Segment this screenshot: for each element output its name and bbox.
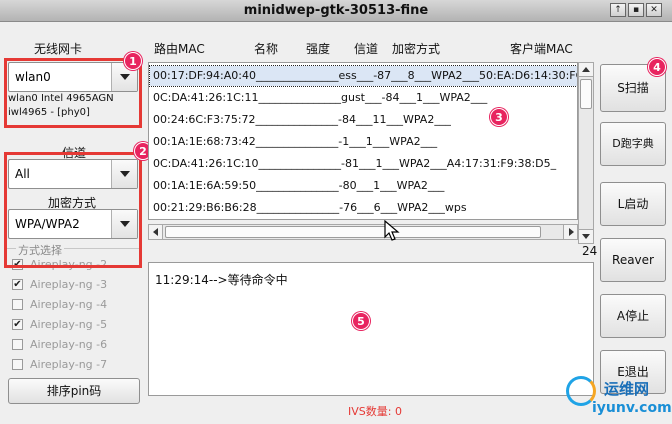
log-output[interactable]: 11:29:14-->等待命令中 <box>148 262 594 396</box>
scroll-down-button[interactable] <box>579 229 593 243</box>
aireplay-label: Aireplay-ng -4 <box>30 297 108 311</box>
list-item[interactable]: 00:1A:1E:68:73:42_______________-1___1__… <box>153 132 437 152</box>
header-name: 名称 <box>254 42 279 56</box>
scroll-left-button[interactable] <box>149 225 163 239</box>
checkbox[interactable] <box>12 338 23 350</box>
stop-button[interactable]: A停止 <box>600 294 666 338</box>
scroll-thumb[interactable] <box>165 226 541 238</box>
annotation-badge-5: 5 <box>352 312 370 330</box>
aireplay-option-4[interactable]: Aireplay-ng -4 <box>12 296 107 312</box>
watermark-en: iyunv.com <box>592 400 672 416</box>
scroll-thumb[interactable] <box>580 79 592 109</box>
window-title: minidwep-gtk-30513-fine <box>243 3 429 18</box>
arrow-up-icon <box>582 67 590 72</box>
scroll-right-button[interactable] <box>563 225 577 239</box>
header-router-mac: 路由MAC <box>154 42 205 56</box>
list-item[interactable]: 00:17:DF:94:A0:40_______________ess___-8… <box>149 65 577 87</box>
header-client-mac: 客户端MAC <box>510 42 573 56</box>
arrow-up-icon[interactable]: ↑ <box>610 3 626 17</box>
watermark-logo: 运维网 iyunv.com <box>566 376 672 424</box>
list-item[interactable]: 0C:DA:41:26:1C:10_______________-81___1_… <box>153 154 556 174</box>
header-channel: 信道 <box>354 42 379 56</box>
aireplay-label: Aireplay-ng -7 <box>30 357 108 371</box>
checkbox[interactable]: ✔ <box>12 278 23 290</box>
watermark-cn: 运维网 <box>604 380 650 398</box>
aireplay-option-7[interactable]: Aireplay-ng -7 <box>12 356 107 372</box>
ap-count: 24 <box>582 244 598 258</box>
checkbox[interactable] <box>12 358 23 370</box>
arrow-left-icon <box>153 228 158 236</box>
list-item[interactable]: 00:21:29:B6:B6:28_______________-76___6_… <box>153 198 467 218</box>
annotation-box-2 <box>4 152 142 268</box>
wireless-card-label: 无线网卡 <box>34 42 83 56</box>
dictionary-button[interactable]: D跑字典 <box>600 122 666 166</box>
aireplay-label: Aireplay-ng -3 <box>30 277 108 291</box>
header-strength: 强度 <box>306 42 331 56</box>
reaver-button[interactable]: Reaver <box>600 238 666 282</box>
vertical-scrollbar[interactable] <box>578 62 594 244</box>
scroll-up-button[interactable] <box>579 63 593 77</box>
list-item[interactable]: 0C:DA:41:26:1C:11_______________gust___-… <box>153 88 487 108</box>
checkbox[interactable]: ✔ <box>12 318 23 330</box>
horizontal-scrollbar[interactable] <box>148 224 578 240</box>
list-item[interactable]: 00:1A:1E:6A:59:50_______________-80___1_… <box>153 176 444 196</box>
log-line: 11:29:14-->等待命令中 <box>155 273 288 287</box>
ivs-count: IVS数量: 0 <box>348 405 402 418</box>
annotation-badge-3: 3 <box>490 108 508 126</box>
maximize-icon[interactable]: ▪ <box>628 3 644 17</box>
header-encryption: 加密方式 <box>392 42 441 56</box>
aireplay-label: Aireplay-ng -5 <box>30 317 108 331</box>
annotation-badge-4: 4 <box>648 58 666 76</box>
annotation-box-1 <box>4 58 142 128</box>
launch-button[interactable]: L启动 <box>600 182 666 226</box>
ap-list[interactable]: 00:17:DF:94:A0:40_______________ess___-8… <box>148 62 578 220</box>
arrow-down-icon <box>582 234 590 239</box>
list-item[interactable]: 00:24:6C:F3:75:72_______________-84___11… <box>153 110 451 130</box>
main-window: 无线网卡 wlan0 wlan0 Intel 4965AGN iwl4965 -… <box>0 22 672 424</box>
title-bar: minidwep-gtk-30513-fine ↑ ▪ ✕ <box>0 0 672 22</box>
aireplay-option-6[interactable]: Aireplay-ng -6 <box>12 336 107 352</box>
close-icon[interactable]: ✕ <box>646 3 662 17</box>
arrow-right-icon <box>569 228 574 236</box>
aireplay-label: Aireplay-ng -6 <box>30 337 108 351</box>
aireplay-option-3[interactable]: ✔ Aireplay-ng -3 <box>12 276 107 292</box>
aireplay-option-5[interactable]: ✔ Aireplay-ng -5 <box>12 316 107 332</box>
checkbox[interactable] <box>12 298 23 310</box>
annotation-badge-1: 1 <box>124 52 142 70</box>
sort-pin-button[interactable]: 排序pin码 <box>8 378 140 404</box>
mouse-cursor-icon <box>384 220 400 241</box>
